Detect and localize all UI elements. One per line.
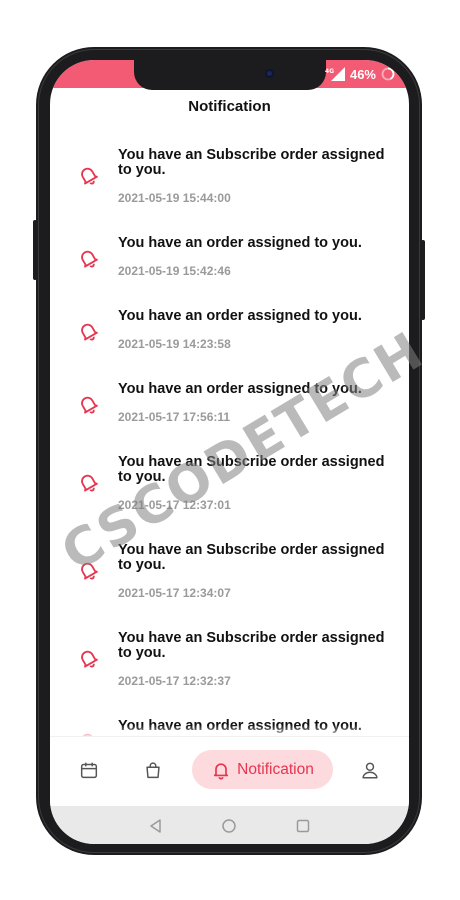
notification-item[interactable]: You have an Subscribe order assigned to … xyxy=(50,453,409,541)
notification-title: You have an Subscribe order assigned to … xyxy=(118,542,385,573)
notification-time: 2021-05-17 17:56:11 xyxy=(118,410,231,424)
notification-title: You have an order assigned to you. xyxy=(118,308,362,324)
bell-icon xyxy=(81,323,98,341)
nav-orders-button[interactable] xyxy=(142,759,164,781)
notification-item[interactable]: You have an Subscribe order assigned to … xyxy=(50,629,409,717)
calendar-icon xyxy=(80,762,98,779)
notification-time: 2021-05-17 12:34:07 xyxy=(118,586,231,600)
page-title: Notification xyxy=(188,98,271,115)
notch xyxy=(134,60,326,90)
notification-item[interactable]: You have an Subscribe order assigned to … xyxy=(50,146,409,234)
notification-time: 2021-05-17 12:32:37 xyxy=(118,674,231,688)
network-type: 4G xyxy=(325,68,334,75)
shopping-bag-icon xyxy=(146,762,160,779)
front-camera xyxy=(265,69,274,78)
status-bar: 4G 46% xyxy=(50,60,409,90)
bottom-nav: Notification xyxy=(50,736,409,807)
status-indicators: 4G 46% xyxy=(325,65,395,83)
notification-title: You have an Subscribe order assigned to … xyxy=(118,147,385,178)
bell-icon xyxy=(81,474,98,492)
nav-notification-label: Notification xyxy=(237,760,314,778)
notification-title: You have an Subscribe order assigned to … xyxy=(118,454,385,485)
recents-icon[interactable] xyxy=(295,818,311,834)
notification-item[interactable]: You have an order assigned to you. 2021-… xyxy=(50,380,409,453)
signal-icon: 4G xyxy=(325,67,345,81)
notification-list[interactable]: You have an Subscribe order assigned to … xyxy=(50,146,409,790)
user-icon xyxy=(362,762,378,779)
bell-icon xyxy=(81,167,98,185)
system-navigation-bar xyxy=(50,806,409,844)
bell-icon xyxy=(214,762,229,780)
notification-item[interactable]: You have an order assigned to you. 2021-… xyxy=(50,234,409,307)
notification-time: 2021-05-19 14:23:58 xyxy=(118,337,231,351)
notification-time: 2021-05-19 15:44:00 xyxy=(118,191,231,205)
battery-icon xyxy=(381,67,395,81)
phone-screen: 4G 46% Notification You have an Subscrib… xyxy=(50,60,409,844)
notification-item[interactable]: You have an Subscribe order assigned to … xyxy=(50,541,409,629)
notification-title: You have an Subscribe order assigned to … xyxy=(118,630,385,661)
nav-profile-button[interactable] xyxy=(359,759,381,781)
notification-time: 2021-05-19 15:42:46 xyxy=(118,264,231,278)
nav-notification-button[interactable]: Notification xyxy=(192,750,333,789)
notification-title: You have an order assigned to you. xyxy=(118,381,362,397)
notification-title: You have an order assigned to you. xyxy=(118,235,362,251)
bell-icon xyxy=(81,396,98,414)
back-icon[interactable] xyxy=(148,818,164,834)
notification-item[interactable]: You have an order assigned to you. 2021-… xyxy=(50,307,409,380)
bell-icon xyxy=(81,250,98,268)
notification-time: 2021-05-17 12:37:01 xyxy=(118,498,231,512)
bell-icon xyxy=(81,562,98,580)
bell-icon xyxy=(81,650,98,668)
home-icon[interactable] xyxy=(221,818,237,834)
battery-percent: 46% xyxy=(349,66,376,82)
nav-calendar-button[interactable] xyxy=(78,759,100,781)
